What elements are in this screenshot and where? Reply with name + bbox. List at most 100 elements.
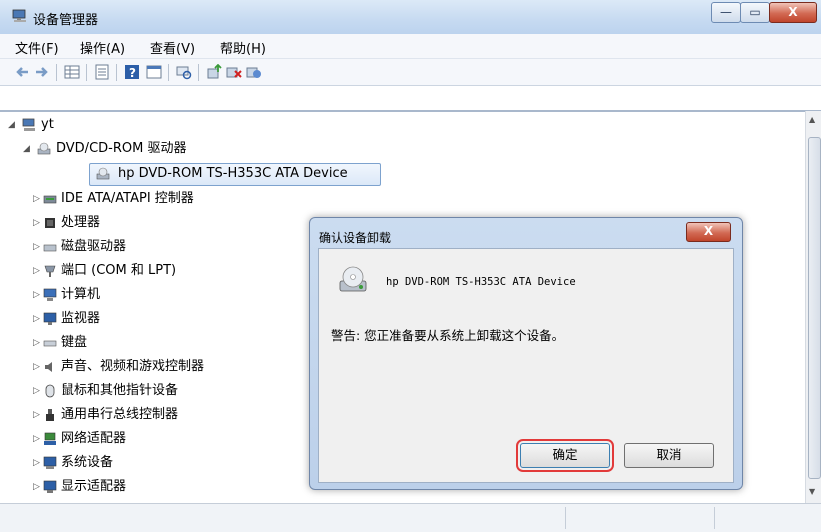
computer-icon [43,288,57,301]
tree-item-label: 键盘 [61,335,88,350]
disk-drive-icon [43,244,57,252]
tree-item-label: 磁盘驱动器 [61,239,127,254]
tree-root[interactable]: ◢ yt [8,115,108,135]
computer-icon [22,118,35,131]
toolbar: ? [0,59,821,86]
tree-item-ide[interactable]: ▷ IDE ATA/ATAPI 控制器 [33,189,263,209]
expand-arrow-icon[interactable]: ▷ [33,213,43,233]
console-icon[interactable] [146,64,162,80]
expand-arrow-icon[interactable]: ▷ [33,405,43,425]
monitor-icon [43,312,57,325]
expand-arrow-icon[interactable]: ▷ [33,477,43,497]
menu-file[interactable]: 文件(F) [15,38,59,57]
menu-help[interactable]: 帮助(H) [220,38,266,57]
tree-item-label: 监视器 [61,311,101,326]
tree-item-keyboard[interactable]: ▷ 键盘 [33,333,153,353]
status-bar [0,503,821,532]
dialog-warning: 警告: 您正准备要从系统上卸载这个设备。 [331,328,565,343]
tree-item-label: 网络适配器 [61,431,127,446]
minimize-button[interactable]: — [711,2,741,23]
tree-item-mouse[interactable]: ▷ 鼠标和其他指针设备 [33,381,253,401]
tree-item-label: 鼠标和其他指针设备 [61,383,179,398]
vertical-scrollbar[interactable]: ▲ ▼ [805,111,821,503]
tree-item-label: DVD/CD-ROM 驱动器 [56,141,187,156]
tree-item-label: 通用串行总线控制器 [61,407,179,422]
ok-button[interactable]: 确定 [516,439,614,472]
confirm-uninstall-dialog: 确认设备卸载 X hp DVD-ROM TS-H353C ATA Device … [309,217,743,490]
expand-arrow-icon[interactable]: ▷ [33,333,43,353]
tree-item-label: hp DVD-ROM TS-H353C ATA Device [118,166,348,181]
tree-item-label: 计算机 [61,287,101,302]
list-view-icon[interactable] [94,64,110,80]
tree-item-hp-dvd[interactable]: hp DVD-ROM TS-H353C ATA Device [96,164,381,184]
maximize-button[interactable]: ▭ [740,2,770,23]
tree-item-usb[interactable]: ▷ 通用串行总线控制器 [33,405,253,425]
port-icon [44,265,56,277]
expand-arrow-icon[interactable]: ▷ [33,357,43,377]
disable-device-icon[interactable] [246,64,262,80]
tree-item-disk[interactable]: ▷ 磁盘驱动器 [33,237,183,257]
update-driver-icon[interactable] [206,64,222,80]
properties-grid-icon[interactable] [64,64,80,80]
menu-action[interactable]: 操作(A) [80,38,125,57]
keyboard-icon [43,340,57,347]
tree-item-display[interactable]: ▷ 显示适配器 [33,477,193,497]
tree-item-system[interactable]: ▷ 系统设备 [33,453,173,473]
back-icon[interactable] [14,64,30,80]
dialog-close-button[interactable]: X [686,222,731,242]
expand-arrow-icon[interactable]: ▷ [33,309,43,329]
scroll-up-icon[interactable]: ▲ [809,115,815,124]
dvd-drive-icon [339,266,367,292]
tree-item-label: 声音、视频和游戏控制器 [61,359,205,374]
tree-item-label: 系统设备 [61,455,114,470]
dialog-title: 确认设备卸载 [319,231,392,245]
close-button[interactable]: X [769,2,817,23]
speaker-icon [45,362,52,372]
scroll-thumb[interactable] [808,137,821,479]
tree-item-label: 端口 (COM 和 LPT) [61,263,177,278]
expand-arrow-icon[interactable]: ▷ [33,381,43,401]
expand-arrow-icon[interactable]: ▷ [33,429,43,449]
tree-item-dvd[interactable]: ◢ DVD/CD-ROM 驱动器 [23,139,273,159]
tree-item-network[interactable]: ▷ 网络适配器 [33,429,193,449]
forward-icon[interactable] [34,64,50,80]
system-device-icon [43,456,57,469]
scan-hardware-icon[interactable] [176,64,192,80]
tree-item-processor[interactable]: ▷ 处理器 [33,213,153,233]
expand-arrow-icon[interactable]: ▷ [33,453,43,473]
tree-item-sound[interactable]: ▷ 声音、视频和游戏控制器 [33,357,273,377]
tree-item-label: IDE ATA/ATAPI 控制器 [61,191,194,206]
svg-text:?: ? [129,66,136,80]
display-adapter-icon [43,480,57,493]
help-icon[interactable]: ? [124,64,140,80]
menu-view[interactable]: 查看(V) [150,38,195,57]
expand-arrow-icon[interactable]: ▷ [33,189,43,209]
window-title: 设备管理器 [33,13,99,28]
ide-controller-icon [43,195,57,204]
processor-icon [45,218,55,228]
cancel-button[interactable]: 取消 [624,443,714,468]
collapse-arrow-icon[interactable]: ◢ [23,139,33,159]
expand-arrow-icon[interactable]: ▷ [33,285,43,305]
scroll-down-icon[interactable]: ▼ [809,487,815,496]
device-manager-icon [12,9,26,22]
usb-icon [46,409,54,421]
menu-bar: 文件(F) 操作(A) 查看(V) 帮助(H) [0,34,821,59]
tree-item-monitor[interactable]: ▷ 监视器 [33,309,153,329]
dvd-drive-icon [96,167,110,180]
title-bar: 设备管理器 — ▭ X [0,0,821,35]
expand-arrow-icon[interactable]: ▷ [33,237,43,257]
tree-item-label: 显示适配器 [61,479,127,494]
tree-item-computer[interactable]: ▷ 计算机 [33,285,153,305]
dvd-drive-icon [37,142,51,155]
tree-item-label: 处理器 [61,215,101,230]
uninstall-icon[interactable] [226,64,242,80]
tree-root-label: yt [41,117,54,132]
mouse-icon [45,384,55,398]
collapse-arrow-icon[interactable]: ◢ [8,115,18,135]
dialog-device-name: hp DVD-ROM TS-H353C ATA Device [386,276,576,288]
expand-arrow-icon[interactable]: ▷ [33,261,43,281]
dialog-body: hp DVD-ROM TS-H353C ATA Device 警告: 您正准备要… [318,248,734,483]
network-icon [44,432,56,445]
tree-item-ports[interactable]: ▷ 端口 (COM 和 LPT) [33,261,263,281]
